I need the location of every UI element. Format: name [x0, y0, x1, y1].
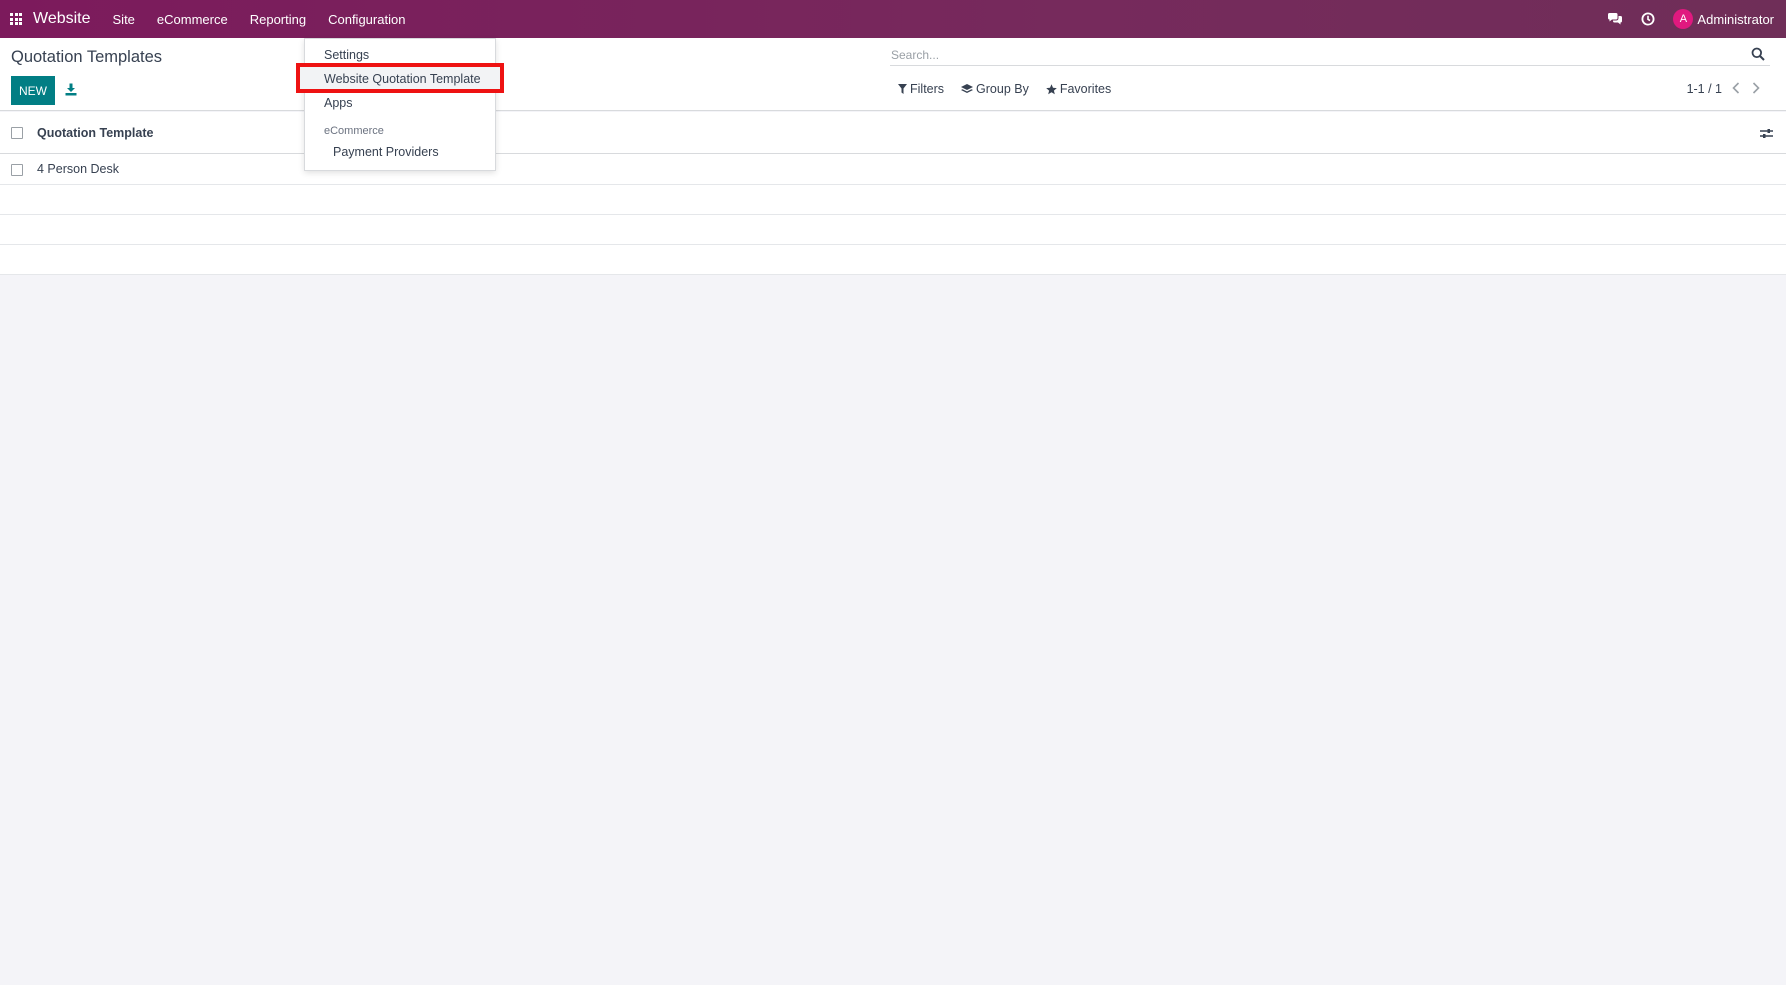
app-brand[interactable]: Website	[33, 10, 91, 28]
dropdown-section-header: eCommerce	[324, 125, 384, 137]
filters-toggle[interactable]: Filters	[898, 82, 944, 96]
empty-row	[0, 185, 1786, 215]
download-icon[interactable]	[63, 80, 79, 98]
search-options: Filters Group By Favorites	[898, 82, 1128, 96]
top-navbar: Website Site eCommerce Reporting Configu…	[0, 0, 1786, 38]
row-checkbox[interactable]	[11, 164, 23, 176]
chat-icon[interactable]	[1607, 11, 1623, 27]
favorites-label: Favorites	[1059, 82, 1112, 96]
filter-icon	[898, 84, 907, 94]
navbar-systray: A Administrator	[1590, 9, 1774, 29]
page-title: Quotation Templates	[11, 48, 163, 66]
layers-icon	[961, 83, 974, 93]
user-name[interactable]: Administrator	[1697, 12, 1774, 27]
group-by-label: Group By	[976, 82, 1029, 96]
select-all-checkbox[interactable]	[11, 127, 23, 139]
menu-reporting[interactable]: Reporting	[250, 12, 306, 27]
quotation-template-name[interactable]: 4 Person Desk	[37, 162, 119, 176]
pager-nav	[1724, 80, 1764, 96]
empty-row	[0, 215, 1786, 245]
empty-row	[0, 245, 1786, 275]
list-header: Quotation Template	[0, 112, 1786, 154]
menu-site[interactable]: Site	[113, 12, 135, 27]
search-icon[interactable]	[1751, 47, 1767, 63]
filters-label: Filters	[910, 82, 945, 96]
star-icon	[1046, 83, 1057, 94]
column-header-quotation-template[interactable]: Quotation Template	[37, 126, 153, 140]
new-button[interactable]: NEW	[11, 76, 55, 105]
pager-previous-icon[interactable]	[1728, 80, 1744, 96]
pager-value[interactable]: 1-1 / 1	[1687, 82, 1722, 96]
apps-menu-icon[interactable]	[2, 0, 30, 38]
table-row[interactable]: 4 Person Desk	[0, 154, 1786, 185]
favorites-toggle[interactable]: Favorites	[1046, 82, 1111, 96]
list-view: Quotation Template 4 Person Desk	[0, 112, 1786, 275]
optional-columns-icon[interactable]	[1758, 125, 1774, 141]
group-by-toggle[interactable]: Group By	[961, 82, 1029, 96]
dropdown-item-settings[interactable]: Settings	[324, 48, 369, 62]
search-bar	[890, 44, 1770, 66]
dropdown-item-apps[interactable]: Apps	[324, 96, 353, 110]
menu-ecommerce[interactable]: eCommerce	[157, 12, 228, 27]
dropdown-item-website-quotation-template[interactable]: Website Quotation Template	[324, 72, 481, 86]
pager-next-icon[interactable]	[1748, 80, 1764, 96]
activity-clock-icon[interactable]	[1640, 11, 1656, 27]
user-avatar[interactable]: A	[1673, 9, 1694, 29]
menu-configuration[interactable]: Configuration	[328, 12, 405, 27]
search-input[interactable]	[890, 47, 1751, 62]
control-panel: Quotation Templates NEW Filters	[0, 38, 1786, 111]
configuration-dropdown: Settings Website Quotation Template Apps…	[296, 38, 504, 171]
dropdown-item-payment-providers[interactable]: Payment Providers	[333, 145, 439, 159]
